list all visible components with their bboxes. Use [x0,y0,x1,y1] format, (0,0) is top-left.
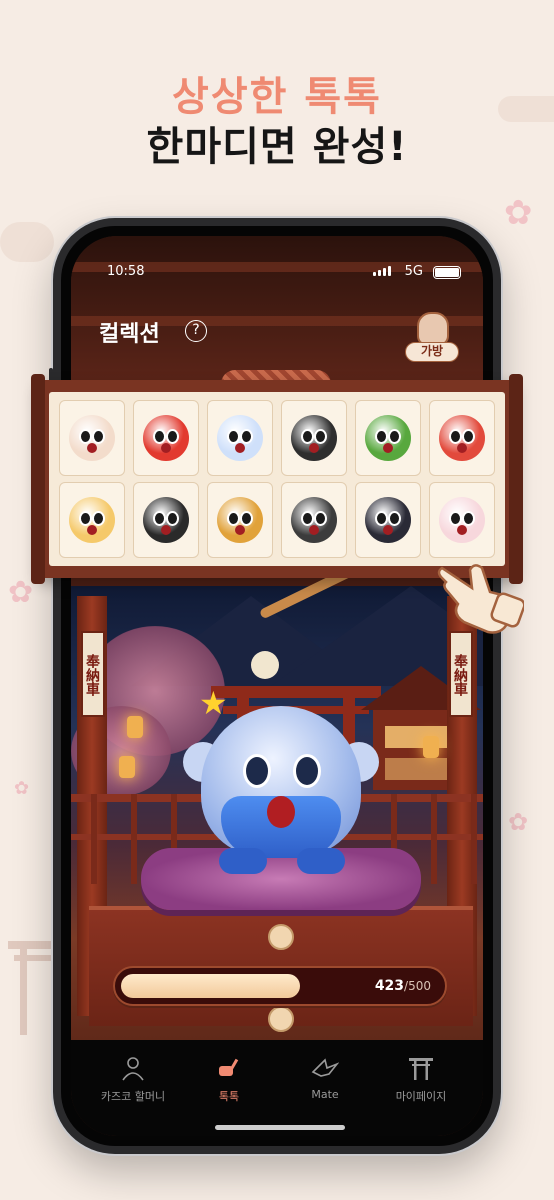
headline-title: 한마디면 완성! [146,124,408,170]
network-label: 5G [404,264,423,279]
mallet-icon [219,1058,239,1076]
pointing-hand-icon [437,564,524,634]
flower-crest-icon [268,924,294,950]
help-icon[interactable]: ? [185,320,207,342]
collection-item[interactable] [429,482,495,558]
lantern [127,716,143,738]
penguin-icon [365,497,411,543]
mallet-head [251,651,279,679]
bottom-nav: 카즈코 할머니 톡톡 Mate 마이페이지 [71,1040,483,1136]
progress-total: /500 [404,979,431,993]
signal-icon [373,266,391,276]
collection-item[interactable] [355,482,421,558]
strawberry-cake-icon [439,497,485,543]
nav-label: Mate [311,1088,339,1101]
cherry-blossom-icon: ✿ [8,575,34,610]
left-plaque: 奉納車 [81,631,105,717]
progress-counter: 423/500 [375,978,431,994]
nav-item-2[interactable]: Mate [277,1040,373,1136]
bag-button[interactable]: 가방 [405,312,459,368]
nav-item-1[interactable]: 톡톡 [181,1040,277,1136]
black-cat-icon [291,415,337,461]
collection-item[interactable] [207,400,273,476]
gorilla-icon [291,497,337,543]
cherry-blossom-icon: ✿ [14,778,30,799]
character-mouth [267,796,295,828]
collection-item[interactable] [59,400,125,476]
status-bar: 10:58 5G [71,262,483,282]
flower-crest-icon [268,1006,294,1032]
lantern [423,736,439,758]
collection-item[interactable] [281,482,347,558]
golden-warrior-icon [217,497,263,543]
background-cloud [0,222,54,262]
collection-item[interactable] [133,400,199,476]
nav-label: 마이페이지 [395,1090,447,1103]
collection-item[interactable] [429,400,495,476]
nav-item-3[interactable]: 마이페이지 [373,1040,469,1136]
collection-item[interactable] [355,400,421,476]
app-screen: 奉納車 奉納車 ★ 10:58 5G 컬렉션 ? 가방 423/500 카즈코 … [71,236,483,1136]
black-ninja-icon [143,497,189,543]
bag-icon [417,312,449,346]
progress-bar: 423/500 [113,966,447,1006]
character-eye [243,754,271,788]
star-icon: ★ [199,684,228,722]
page-title: 컬렉션 [99,322,160,347]
collection-item[interactable] [59,482,125,558]
character-foot [297,848,345,874]
lion-dancer-icon [143,415,189,461]
grandma-icon [122,1057,144,1081]
torii-icon [409,1058,433,1080]
home-indicator [215,1125,345,1130]
progress-current: 423 [374,978,405,994]
progress-fill [121,974,300,998]
battery-icon [433,266,461,279]
character-eye [293,754,321,788]
cream-cake-icon [69,497,115,543]
cherry-blossom-icon: ✿ [504,193,533,233]
right-plaque: 奉納車 [449,631,473,717]
collection-item[interactable] [133,482,199,558]
cherry-blossom-icon: ✿ [508,808,529,836]
nav-label: 카즈코 할머니 [100,1090,166,1103]
collection-item[interactable] [281,400,347,476]
nav-label: 톡톡 [218,1090,240,1103]
bag-label: 가방 [405,342,459,362]
blue-ghost-icon [217,415,263,461]
paper-crane-icon [311,1058,339,1077]
red-dragon-icon [439,415,485,461]
collection-item[interactable] [207,482,273,558]
green-turtle-icon [365,415,411,461]
phone-frame: 奉納車 奉納車 ★ 10:58 5G 컬렉션 ? 가방 423/500 카즈코 … [49,218,505,1154]
bear-plush-icon [69,415,115,461]
collection-grid [49,392,505,566]
nav-item-0[interactable]: 카즈코 할머니 [85,1040,181,1136]
phone-bezel: 奉納車 奉納車 ★ 10:58 5G 컬렉션 ? 가방 423/500 카즈코 … [61,226,493,1146]
character-foot [219,848,267,874]
status-time: 10:58 [107,264,145,279]
